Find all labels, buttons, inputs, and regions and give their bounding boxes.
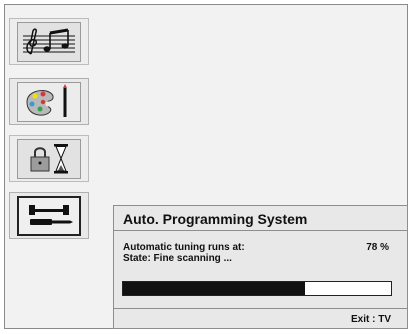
tuning-progress-bar [122, 281, 392, 296]
dialog-title: Auto. Programming System [114, 206, 407, 231]
wrench-screwdriver-icon [17, 195, 81, 236]
palette-brush-icon [17, 81, 81, 122]
menu-tab-sound[interactable] [9, 18, 89, 65]
tuning-label: Automatic tuning runs at: [123, 242, 245, 253]
auto-programming-dialog: Auto. Programming System Automatic tunin… [113, 205, 408, 329]
exit-hint[interactable]: Exit : TV [351, 314, 391, 325]
progress-fill [123, 282, 306, 295]
music-notes-icon [17, 21, 81, 62]
menu-tab-install[interactable] [9, 192, 89, 239]
tuning-percent: 78 % [366, 242, 389, 253]
state-text: State: Fine scanning ... [123, 253, 232, 264]
lock-hourglass-icon [17, 138, 81, 179]
menu-tab-picture[interactable] [9, 78, 89, 125]
menu-tab-features[interactable] [9, 135, 89, 182]
dialog-footer: Exit : TV [114, 308, 407, 328]
